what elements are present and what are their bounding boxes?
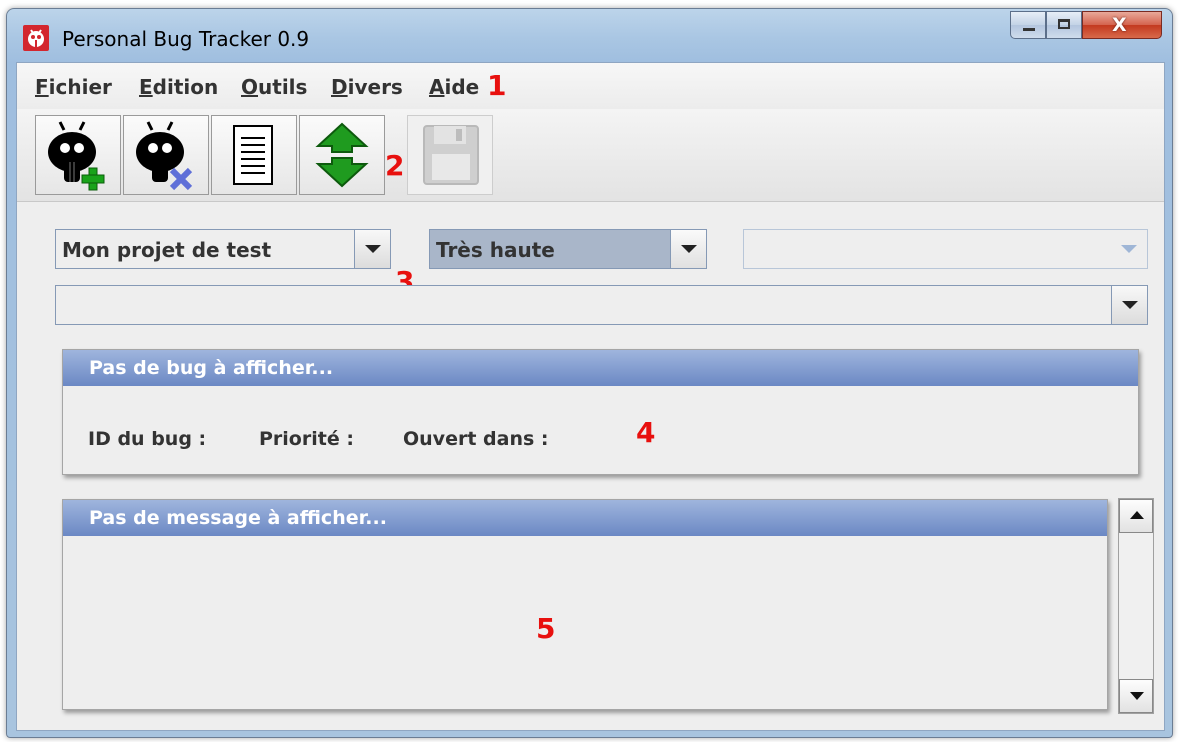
bug-panel: Pas de bug à afficher... ID du bug : Pri… — [62, 349, 1139, 475]
title-bar[interactable]: Personal Bug Tracker 0.9 X — [7, 9, 1172, 61]
scroll-up-button[interactable] — [1119, 499, 1153, 533]
chevron-down-icon[interactable] — [670, 230, 706, 268]
bug-selector-combo[interactable] — [55, 285, 1148, 325]
sync-arrows-icon — [315, 122, 369, 188]
chevron-down-icon[interactable] — [354, 230, 390, 268]
app-window: Personal Bug Tracker 0.9 X Fichier Editi… — [6, 8, 1173, 738]
client-area: Fichier Edition Outils Divers Aide 1 2 M… — [16, 62, 1165, 731]
maximize-icon — [1058, 19, 1070, 29]
sync-button[interactable] — [299, 115, 385, 195]
annotation-5: 5 — [536, 612, 556, 645]
bug-panel-title: Pas de bug à afficher... — [89, 357, 334, 379]
menu-edition[interactable]: Edition — [139, 75, 218, 99]
delete-bug-button[interactable] — [123, 115, 209, 195]
save-button[interactable] — [407, 115, 493, 195]
scroll-down-button[interactable] — [1119, 679, 1153, 713]
menu-outils[interactable]: Outils — [241, 75, 307, 99]
bug-id-label: ID du bug : — [88, 428, 207, 450]
minimize-button[interactable] — [1010, 11, 1046, 39]
priority-combo[interactable]: Très haute — [429, 229, 707, 269]
message-scrollbar[interactable] — [1118, 498, 1154, 714]
project-combo[interactable]: Mon projet de test — [55, 229, 391, 269]
maximize-button[interactable] — [1046, 11, 1082, 39]
third-combo[interactable] — [743, 229, 1148, 269]
menu-bar: Fichier Edition Outils Divers Aide 1 — [17, 63, 1164, 109]
minimize-icon — [1023, 28, 1035, 31]
delete-bug-icon — [136, 121, 193, 191]
toolbar: 2 — [17, 109, 1164, 202]
message-panel: Pas de message à afficher... 5 — [62, 499, 1108, 710]
window-title: Personal Bug Tracker 0.9 — [62, 27, 310, 51]
menu-fichier[interactable]: Fichier — [35, 75, 112, 99]
chevron-down-icon[interactable] — [1111, 286, 1147, 324]
priority-label: Priorité : — [259, 428, 354, 450]
annotation-4: 4 — [636, 416, 656, 449]
menu-aide[interactable]: Aide — [429, 75, 479, 99]
project-combo-value: Mon projet de test — [62, 238, 272, 262]
close-icon: X — [1112, 14, 1127, 36]
add-bug-button[interactable] — [35, 115, 121, 195]
opened-in-label: Ouvert dans : — [403, 428, 549, 450]
add-bug-icon — [48, 121, 105, 191]
annotation-2: 2 — [385, 149, 405, 182]
document-icon — [233, 125, 273, 185]
close-button[interactable]: X — [1082, 11, 1162, 39]
message-panel-title: Pas de message à afficher... — [89, 507, 387, 529]
bug-app-icon[interactable] — [23, 25, 49, 51]
priority-combo-value: Très haute — [436, 238, 555, 262]
bug-panel-header: Pas de bug à afficher... — [63, 350, 1138, 386]
document-button[interactable] — [211, 115, 297, 195]
annotation-1: 1 — [487, 69, 507, 102]
chevron-down-icon — [1111, 230, 1147, 268]
message-panel-header: Pas de message à afficher... — [63, 500, 1107, 536]
menu-divers[interactable]: Divers — [331, 75, 403, 99]
save-icon — [423, 125, 479, 185]
